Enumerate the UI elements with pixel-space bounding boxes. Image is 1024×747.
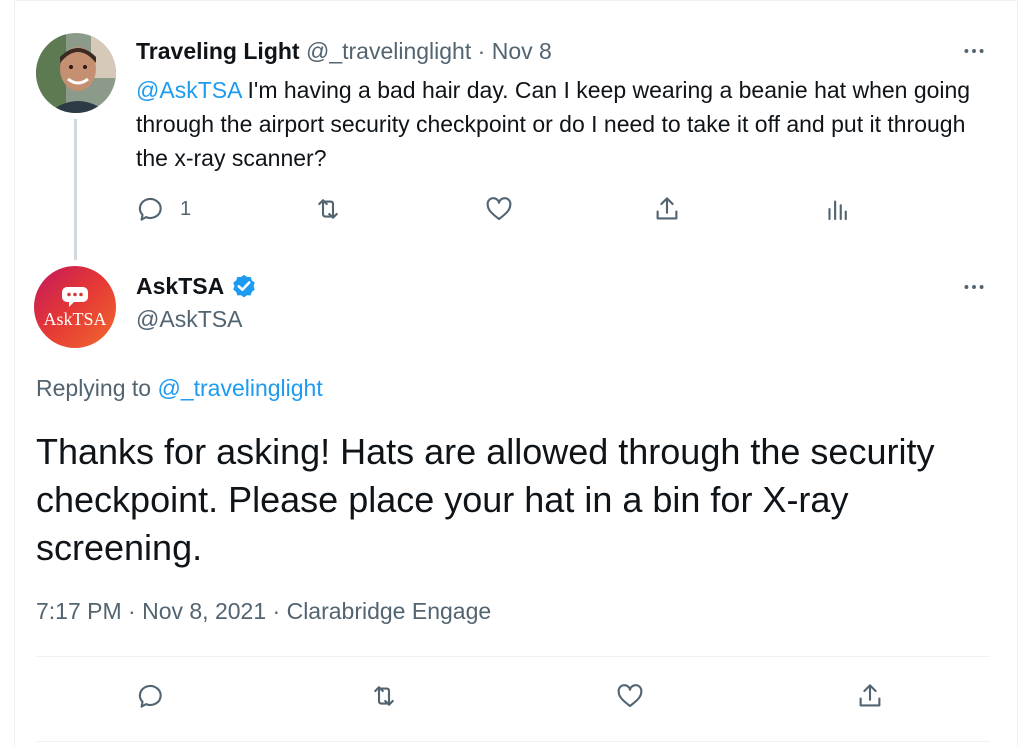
avatar-asktsa[interactable]: AskTSA — [34, 266, 116, 348]
parent-handle[interactable]: @_travelinglight — [306, 38, 471, 64]
parent-tweet-body: I'm having a bad hair day. Can I keep we… — [136, 77, 971, 171]
parent-share-button[interactable] — [652, 194, 682, 224]
meta-divider — [36, 656, 990, 657]
frame-top-border — [14, 0, 1018, 1]
reply-more-button[interactable] — [959, 272, 989, 302]
reply-reply-button[interactable] — [136, 681, 166, 711]
reply-meta: 7:17 PM · Nov 8, 2021 · Clarabridge Enga… — [36, 598, 491, 625]
bottom-divider — [36, 741, 990, 742]
reply-source[interactable]: Clarabridge Engage — [287, 598, 492, 624]
replying-to-line: Replying to @_travelinglight — [36, 375, 323, 402]
parent-tweet-text: @AskTSA I'm having a bad hair day. Can I… — [136, 73, 996, 175]
analytics-icon — [828, 200, 847, 221]
parent-retweet-button[interactable] — [313, 194, 343, 224]
reply-like-button[interactable] — [615, 681, 645, 711]
reply-display-name[interactable]: AskTSA — [136, 273, 224, 300]
parent-analytics-button[interactable] — [822, 194, 852, 224]
parent-tweet-header: Traveling Light @_travelinglight · Nov 8 — [136, 36, 552, 66]
replying-prefix: Replying to — [36, 375, 158, 401]
reply-name-row: AskTSA — [136, 272, 258, 300]
chat-bubble-icon — [61, 286, 89, 307]
share-icon — [656, 197, 678, 220]
replying-to-link[interactable]: @_travelinglight — [157, 375, 322, 401]
parent-like-button[interactable] — [484, 194, 514, 224]
parent-reply-button[interactable]: 1 — [136, 194, 191, 224]
parent-mention-link[interactable]: @AskTSA — [136, 77, 241, 103]
parent-more-button[interactable] — [959, 36, 989, 66]
reply-timestamp[interactable]: 7:17 PM · Nov 8, 2021 · — [36, 598, 287, 624]
frame-right-border — [1017, 0, 1018, 747]
reply-handle[interactable]: @AskTSA — [136, 306, 242, 333]
reply-share-button[interactable] — [855, 681, 885, 711]
more-icon — [964, 49, 984, 53]
frame-left-border — [14, 0, 15, 747]
avatar-traveling-light[interactable] — [36, 33, 116, 113]
reply-icon — [138, 684, 162, 708]
parent-date[interactable]: Nov 8 — [492, 38, 552, 64]
share-icon — [859, 684, 881, 707]
reply-icon — [138, 197, 162, 221]
retweet-icon — [374, 686, 394, 706]
like-icon — [617, 684, 643, 708]
parent-display-name[interactable]: Traveling Light — [136, 38, 300, 64]
parent-reply-count: 1 — [180, 197, 192, 220]
header-separator: · — [477, 38, 486, 64]
more-icon — [964, 285, 984, 289]
reply-retweet-button[interactable] — [369, 681, 399, 711]
retweet-icon — [318, 199, 338, 219]
verified-badge-icon — [233, 274, 255, 298]
like-icon — [486, 197, 512, 221]
asktsa-logo-text: AskTSA — [43, 309, 107, 329]
thread-connector-line — [74, 119, 77, 260]
reply-tweet-text: Thanks for asking! Hats are allowed thro… — [36, 431, 935, 568]
